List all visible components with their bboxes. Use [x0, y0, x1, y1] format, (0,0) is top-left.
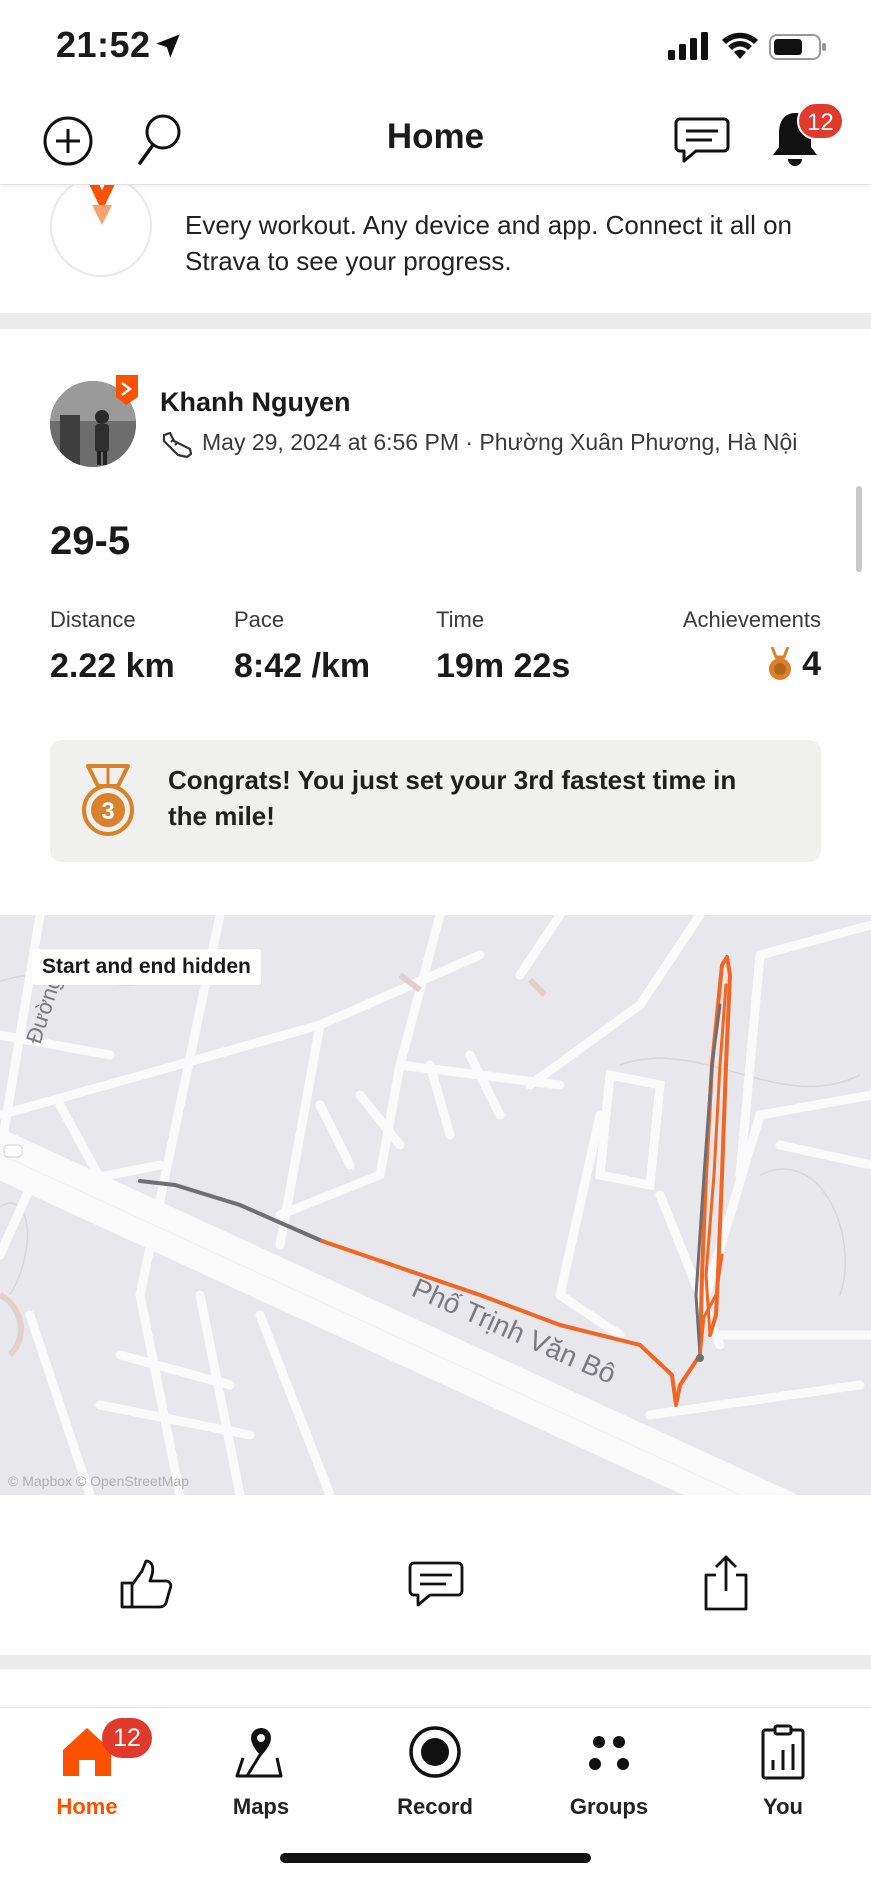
wifi-icon — [722, 32, 758, 59]
location-arrow-icon — [156, 34, 180, 58]
achievements-row: 4 — [683, 645, 821, 684]
record-icon — [409, 1726, 461, 1778]
stat-label: Time — [436, 607, 485, 632]
tab-record[interactable]: Record — [348, 1708, 522, 1828]
connect-devices-text: Every workout. Any device and app. Conne… — [185, 210, 793, 276]
tab-maps[interactable]: Maps — [174, 1708, 348, 1828]
activity-map[interactable]: Phố Trịnh Văn Bô Đường C Start and end h… — [0, 915, 871, 1495]
tab-home[interactable]: 12 Home — [0, 1708, 174, 1828]
activity-card[interactable]: Khanh Nguyen May 29, 2024 at 6:56 PM · P… — [0, 329, 871, 1655]
privacy-badge: Start and end hidden — [32, 949, 261, 985]
maps-pin-icon — [235, 1728, 283, 1778]
achievements-count: 4 — [802, 645, 821, 683]
status-bar: 21:52 — [0, 0, 871, 95]
activity-actions — [0, 1495, 871, 1655]
map-canvas: Phố Trịnh Văn Bô Đường C — [0, 915, 871, 1495]
stat-achievements[interactable]: Achievements 4 — [683, 607, 821, 684]
notification-count-badge: 12 — [797, 102, 844, 140]
medal-number: 3 — [101, 798, 114, 825]
tab-label: Record — [397, 1794, 473, 1819]
feed-divider — [0, 1655, 871, 1669]
stat-distance: Distance 2.22 km — [50, 607, 175, 686]
tab-you[interactable]: You — [696, 1708, 870, 1828]
activity-date-location: May 29, 2024 at 6:56 PM · Phường Xuân Ph… — [202, 429, 798, 455]
top-app-bar: Home — [0, 95, 871, 185]
stat-pace: Pace 8:42 /km — [234, 607, 370, 686]
strava-logo — [50, 175, 152, 277]
tab-groups[interactable]: Groups — [522, 1708, 696, 1828]
map-attribution[interactable]: © Mapbox © OpenStreetMap — [8, 1473, 189, 1489]
stat-label: Distance — [50, 607, 136, 632]
tab-label: You — [763, 1794, 803, 1819]
feed-divider — [0, 313, 871, 329]
achievement-banner[interactable]: 3 Congrats! You just set your 3rd fastes… — [50, 740, 821, 862]
stat-value: 19m 22s — [436, 647, 571, 685]
battery-icon — [769, 34, 826, 60]
stat-value: 8:42 /km — [234, 647, 371, 685]
tab-label: Home — [56, 1794, 118, 1819]
tab-label: Groups — [569, 1794, 649, 1819]
bronze-medal-icon: 3 — [82, 764, 134, 836]
stat-value: 2.22 km — [50, 647, 175, 685]
stat-time: Time 19m 22s — [436, 607, 570, 686]
cellular-signal-icon — [668, 32, 708, 60]
tab-label: Maps — [232, 1794, 290, 1819]
stat-label: Pace — [234, 607, 285, 632]
you-stats-icon — [761, 1724, 805, 1780]
home-indicator[interactable] — [280, 1853, 591, 1863]
strava-chevron-icon — [85, 177, 119, 225]
athlete-name[interactable]: Khanh Nguyen — [160, 387, 351, 418]
scrollbar[interactable] — [856, 486, 862, 572]
run-shoe-icon — [162, 431, 193, 459]
status-time: 21:52 — [56, 24, 151, 65]
connect-devices-card[interactable]: Every workout. Any device and app. Conne… — [0, 175, 871, 313]
comment-icon[interactable] — [408, 1559, 464, 1611]
achievement-text: Congrats! You just set your 3rd fastest … — [168, 765, 737, 831]
groups-icon — [589, 1736, 629, 1770]
home-badge: 12 — [102, 1718, 152, 1758]
page-title: Home — [386, 117, 485, 156]
stat-label: Achievements — [682, 607, 821, 632]
activity-title[interactable]: 29-5 — [50, 519, 130, 564]
messages-icon[interactable] — [674, 115, 730, 165]
kudos-thumbs-up-icon[interactable] — [118, 1557, 174, 1613]
medal-icon — [769, 646, 792, 680]
subscriber-badge-icon — [116, 375, 138, 405]
share-icon[interactable] — [700, 1553, 752, 1613]
